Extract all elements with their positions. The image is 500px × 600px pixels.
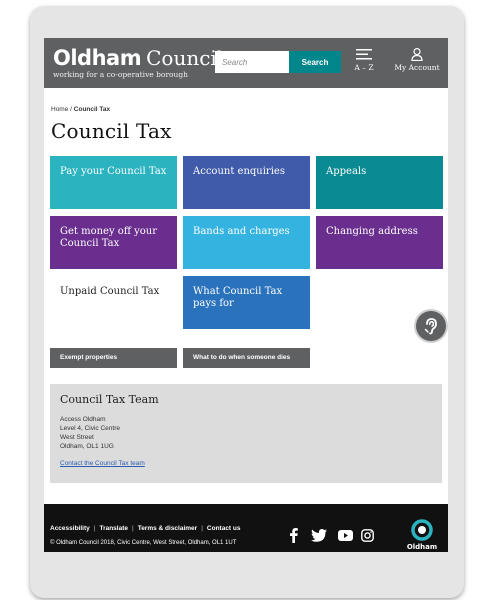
- page-title: Council Tax: [51, 119, 172, 143]
- footer-copyright: © Oldham Council 2018, Civic Centre, Wes…: [50, 540, 237, 546]
- contact-box: Council Tax Team Access Oldham Level 4, …: [50, 384, 442, 483]
- search-button[interactable]: Search: [289, 51, 341, 73]
- footer-separator: |: [132, 525, 134, 532]
- footer-separator: |: [93, 525, 96, 532]
- footer-link-terms[interactable]: Terms & disclaimer: [138, 525, 198, 532]
- oldham-council-logo[interactable]: Oldham Council working for a co-operativ…: [53, 47, 223, 79]
- logo-name: Oldham: [53, 46, 142, 70]
- tile-get-money-off[interactable]: Get money off your Council Tax: [50, 216, 177, 269]
- logo-tagline: working for a co-operative borough: [53, 70, 189, 79]
- a-z-label: A – Z: [354, 63, 374, 72]
- breadcrumb-separator: /: [70, 106, 72, 113]
- facebook-icon[interactable]: [286, 527, 300, 543]
- tile-bands-and-charges[interactable]: Bands and charges: [183, 216, 310, 269]
- site-footer: Accessibility | Translate | Terms & disclaim…: [44, 504, 448, 552]
- footer-logo-text: Oldham: [406, 543, 438, 551]
- breadcrumb-home[interactable]: Home: [51, 106, 68, 113]
- tile-what-council-tax-pays-for[interactable]: What Council Tax pays for: [183, 276, 310, 329]
- address-line: West Street: [60, 434, 94, 441]
- hearing-icon: [424, 318, 437, 335]
- tile-appeals[interactable]: Appeals: [316, 156, 443, 209]
- instagram-icon[interactable]: [359, 527, 375, 543]
- footer-oldham-logo[interactable]: Oldham: [404, 519, 440, 551]
- my-account-label: My Account: [394, 63, 440, 72]
- search-input[interactable]: [215, 51, 289, 73]
- user-icon: [411, 48, 423, 61]
- tile-account-enquiries[interactable]: Account enquiries: [183, 156, 310, 209]
- contact-team-link[interactable]: Contact the Council Tax team: [60, 460, 145, 467]
- youtube-icon[interactable]: [336, 527, 354, 543]
- browser-viewport: Oldham Council working for a co-operativ…: [44, 38, 448, 552]
- tile-changing-address[interactable]: Changing address: [316, 216, 443, 269]
- logo-council: Council: [146, 46, 224, 70]
- footer-links: Accessibility | Translate | Terms & disclaim…: [50, 525, 241, 532]
- site-header: Oldham Council working for a co-operativ…: [44, 38, 448, 88]
- tile-pay-council-tax[interactable]: Pay your Council Tax: [50, 156, 177, 209]
- tile-unpaid-council-tax[interactable]: Unpaid Council Tax: [50, 276, 177, 329]
- contact-address: Access Oldham Level 4, Civic Centre West…: [60, 415, 432, 451]
- footer-link-accessibility[interactable]: Accessibility: [50, 525, 90, 532]
- twitter-icon[interactable]: [310, 527, 328, 543]
- oldham-o-icon: [411, 519, 433, 541]
- address-line: Level 4, Civic Centre: [60, 425, 120, 432]
- address-line: Oldham, OL1 1UG: [60, 443, 114, 450]
- footer-link-contact[interactable]: Contact us: [207, 525, 241, 532]
- breadcrumb: Home / Council Tax: [51, 106, 110, 113]
- exempt-properties-button[interactable]: Exempt properties: [50, 348, 177, 368]
- footer-link-translate[interactable]: Translate: [99, 525, 128, 532]
- a-z-link[interactable]: A – Z: [350, 49, 378, 72]
- menu-lines-icon: [356, 49, 372, 60]
- contact-title: Council Tax Team: [60, 393, 159, 406]
- my-account-link[interactable]: My Account: [390, 48, 444, 72]
- footer-separator: |: [201, 525, 203, 532]
- address-line: Access Oldham: [60, 416, 106, 423]
- when-someone-dies-button[interactable]: What to do when someone dies: [183, 348, 310, 368]
- breadcrumb-current: Council Tax: [73, 106, 111, 113]
- listen-button[interactable]: [416, 311, 446, 341]
